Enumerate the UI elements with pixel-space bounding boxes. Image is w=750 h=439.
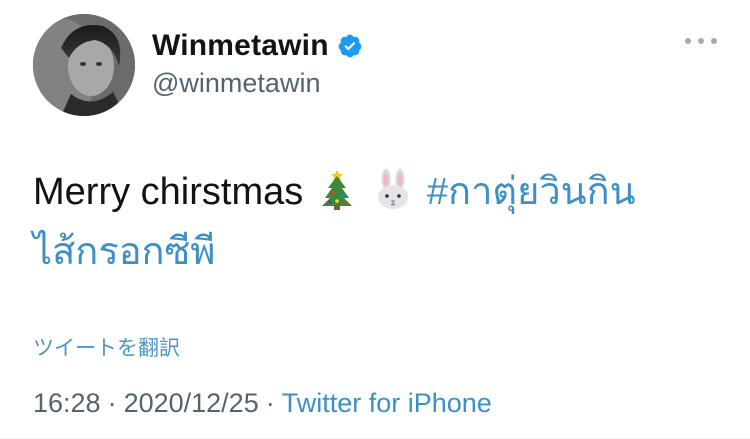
tweet-source-link[interactable]: Twitter for iPhone <box>282 388 492 419</box>
tweet-text: Merry chirstmas #กาตุ่ยวินกิน ไส้กรอกซีพ… <box>33 162 723 282</box>
avatar[interactable] <box>33 14 135 116</box>
hashtag-line-1: #กาตุ่ยวินกิน <box>426 171 636 213</box>
tweet-text-plain: Merry chirstmas <box>33 171 304 213</box>
tweet-detail: Winmetawin @winmetawin Merry chirstmas #… <box>0 0 750 439</box>
christmas-tree-icon <box>318 168 356 210</box>
rabbit-face-icon <box>374 168 412 210</box>
translate-tweet-link[interactable]: ツイートを翻訳 <box>33 332 180 362</box>
display-name[interactable]: Winmetawin <box>152 29 329 63</box>
hashtag-line-2: ไส้กรอกซีพี <box>33 231 216 273</box>
more-options-icon[interactable] <box>685 38 717 44</box>
tweet-time[interactable]: 16:28 <box>33 388 101 419</box>
user-handle[interactable]: @winmetawin <box>152 68 320 99</box>
user-name-row[interactable]: Winmetawin <box>152 26 363 66</box>
meta-separator: · <box>265 388 275 418</box>
verified-badge-icon <box>337 33 363 59</box>
tweet-date[interactable]: 2020/12/25 <box>124 388 259 419</box>
meta-separator: · <box>107 388 117 418</box>
tweet-metadata: 16:28 · 2020/12/25 · Twitter for iPhone <box>33 388 492 419</box>
